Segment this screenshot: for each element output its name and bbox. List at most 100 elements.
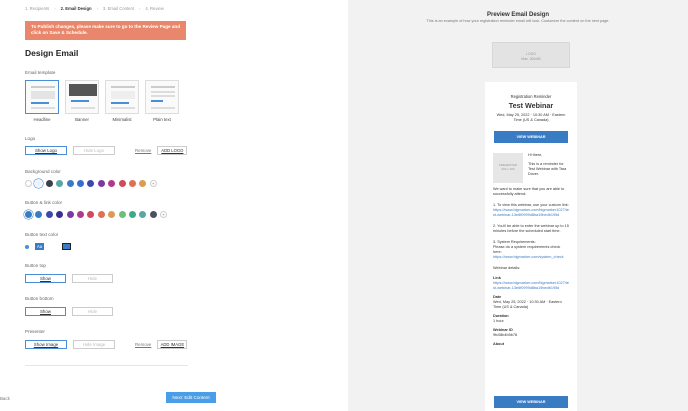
logo-label: Logo	[25, 136, 36, 141]
step-review[interactable]: 4. Review	[145, 6, 163, 11]
email-template-label: Email template	[25, 70, 56, 75]
presenter-row: PRESENTER 300 x 300 Hi there, This is a …	[493, 153, 569, 183]
email-step-2: 2. You'll be able to enter the webinar u…	[493, 224, 569, 233]
background-color-swatch[interactable]	[108, 180, 116, 187]
step-email-design[interactable]: 2. Email Design	[61, 6, 92, 11]
button-color-swatch[interactable]	[128, 211, 136, 218]
step-breadcrumb: 1. Recipients › 2. Email Design › 3. Ema…	[25, 6, 164, 11]
template-banner[interactable]: Banner	[65, 80, 99, 122]
template-thumbnail	[65, 80, 99, 114]
background-color-swatch[interactable]	[45, 180, 53, 187]
background-color-label: Background color	[25, 169, 61, 174]
system-check-link[interactable]: https://www.bigmarker.com/system_check	[493, 255, 569, 260]
button-color-swatch[interactable]	[35, 211, 43, 218]
view-webinar-button-top[interactable]: VIEW WEBINAR	[494, 131, 568, 143]
detail-about-label: About	[493, 342, 504, 346]
button-color-swatch[interactable]	[45, 211, 53, 218]
background-color-swatch[interactable]	[118, 180, 126, 187]
button-top-hide[interactable]: Hide	[72, 274, 113, 283]
button-bottom-show[interactable]: Show	[25, 307, 66, 316]
template-minimalist[interactable]: Minimalist	[105, 80, 139, 122]
add-color-icon[interactable]: +	[160, 211, 168, 218]
background-color-swatch[interactable]	[139, 180, 147, 187]
step-email-content[interactable]: 3. Email Content	[103, 6, 134, 11]
remove-logo-link[interactable]: Remove	[135, 148, 151, 153]
background-color-swatch[interactable]	[87, 180, 95, 187]
presenter-controls: Show Image Hide Image Remove ADD IMAGE	[25, 340, 188, 349]
webinar-link[interactable]: https://www.bigmarker.com/bigmarker1027/…	[493, 208, 569, 218]
button-color-swatch[interactable]	[149, 211, 157, 218]
template-name: Headline	[33, 117, 51, 122]
template-picker: Headline Banner Minimalist Plain text	[25, 80, 179, 122]
breadcrumb-separator: ›	[54, 6, 56, 11]
button-color-swatch[interactable]	[66, 211, 74, 218]
button-top-label: Button top	[25, 263, 46, 268]
webinar-details-heading: Webinar details:	[493, 266, 521, 270]
text-color-dark-option[interactable]: Aa	[62, 243, 71, 250]
email-body-2: We want to make sure that you are able t…	[493, 187, 565, 196]
hide-logo-button[interactable]: Hide Logo	[73, 146, 115, 155]
background-color-swatch[interactable]	[128, 180, 136, 187]
background-color-swatch[interactable]	[25, 180, 32, 187]
button-link-color-label: Button & link color	[25, 200, 63, 205]
logo-size-hint: Max. 300x80	[521, 56, 541, 61]
preview-panel: Preview Email Design This is an example …	[348, 0, 688, 411]
button-color-swatch[interactable]	[97, 211, 105, 218]
view-webinar-button-bottom[interactable]: VIEW WEBINAR	[494, 396, 568, 408]
show-image-button[interactable]: Show Image	[25, 340, 67, 349]
button-top-controls: Show Hide	[25, 274, 113, 283]
template-thumbnail	[145, 80, 179, 114]
button-text-color-label: Button text color	[25, 232, 59, 237]
email-step-3b: Please do a system requirements check he…	[493, 245, 561, 254]
email-date: Wed, May 25, 2022 · 10:30 AM · Eastern T…	[496, 113, 566, 122]
background-color-swatch[interactable]	[56, 180, 64, 187]
button-color-swatch[interactable]	[139, 211, 147, 218]
button-color-swatch[interactable]	[108, 211, 116, 218]
detail-date-value: Wed, May 25, 2022 · 10:30 AM · Eastern T…	[493, 300, 562, 309]
publish-warning-banner: To Publish changes, please make sure to …	[25, 21, 186, 40]
background-color-swatch[interactable]	[66, 180, 74, 187]
template-name: Plain text	[153, 117, 171, 122]
breadcrumb-separator: ›	[96, 6, 98, 11]
logo-placeholder: LOGO Max. 300x80	[492, 42, 570, 68]
background-color-swatch[interactable]	[35, 180, 43, 187]
add-color-icon[interactable]: +	[149, 180, 157, 187]
email-body-1: This is a reminder for Test Webinar with…	[528, 162, 567, 176]
button-bottom-controls: Show Hide	[25, 307, 113, 316]
presenter-label: Presenter	[25, 329, 45, 334]
next-edit-content-button[interactable]: Next: Edit Content	[166, 392, 216, 403]
detail-link-value[interactable]: https://www.bigmarker.com/bigmarker1027/…	[493, 281, 569, 291]
divider	[25, 365, 188, 366]
button-bottom-label: Button bottom	[25, 296, 54, 301]
add-image-button[interactable]: ADD IMAGE	[157, 340, 188, 349]
template-name: Banner	[75, 117, 89, 122]
template-name: Minimalist	[112, 117, 132, 122]
template-thumbnail	[25, 80, 59, 114]
email-preview: Registration Reminder Test Webinar Wed, …	[485, 82, 577, 411]
button-color-swatch[interactable]	[56, 211, 64, 218]
email-kicker: Registration Reminder	[510, 94, 552, 99]
template-plain-text[interactable]: Plain text	[145, 80, 179, 122]
button-color-swatch[interactable]	[76, 211, 84, 218]
text-color-white-option[interactable]: Aa	[35, 243, 44, 250]
preview-subtitle: This is an example of how your registrat…	[426, 19, 610, 23]
add-logo-button[interactable]: ADD LOGO	[157, 146, 188, 155]
detail-duration-value: 1 hour	[493, 319, 504, 323]
remove-image-link[interactable]: Remove	[135, 342, 151, 347]
button-top-show[interactable]: Show	[25, 274, 66, 283]
step-recipients[interactable]: 1. Recipients	[25, 6, 49, 11]
button-bottom-hide[interactable]: Hide	[72, 307, 113, 316]
button-color-swatch[interactable]	[25, 211, 32, 218]
show-logo-button[interactable]: Show Logo	[25, 146, 67, 155]
template-headline[interactable]: Headline	[25, 80, 59, 122]
button-color-swatch[interactable]	[118, 211, 126, 218]
button-color-swatch[interactable]	[87, 211, 95, 218]
page-title: Design Email	[25, 48, 79, 58]
background-color-swatch[interactable]	[97, 180, 105, 187]
text-color-radio[interactable]	[25, 244, 29, 249]
back-link[interactable]: Back	[0, 396, 10, 401]
hide-image-button[interactable]: Hide Image	[73, 340, 115, 349]
background-color-swatch[interactable]	[76, 180, 84, 187]
breadcrumb-separator: ›	[138, 6, 141, 11]
button-color-swatches: +	[25, 211, 168, 218]
